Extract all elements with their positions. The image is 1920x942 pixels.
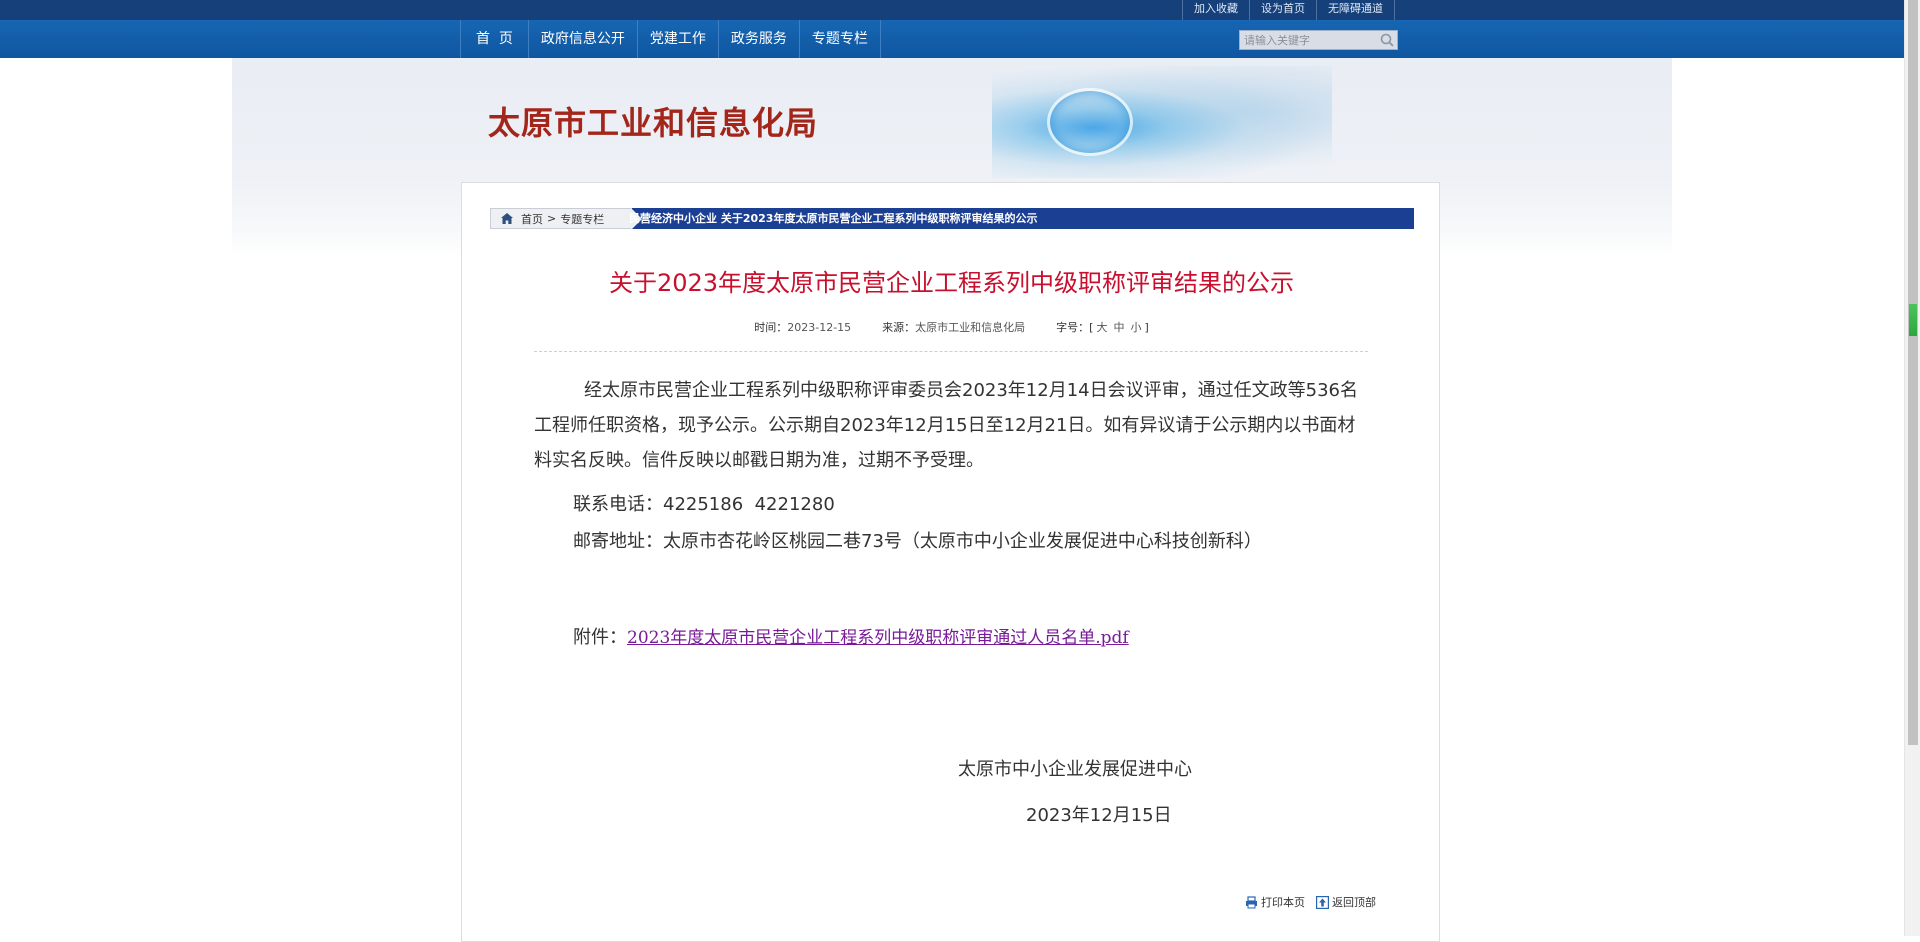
back-to-top-label: 返回顶部 xyxy=(1332,896,1376,909)
set-homepage-link[interactable]: 设为首页 xyxy=(1249,0,1316,20)
source-value: 太原市工业和信息化局 xyxy=(915,321,1026,334)
fontsize-bracket-close: ] xyxy=(1144,321,1149,334)
banner-ring-graphic xyxy=(1047,88,1133,156)
attachment-label: 附件： xyxy=(573,627,627,648)
breadcrumb-home-link[interactable]: 首页 xyxy=(521,211,543,227)
fontsize-medium-button[interactable]: 中 xyxy=(1113,321,1124,334)
nav-item-gov-services[interactable]: 政务服务 xyxy=(719,20,800,58)
time-label: 时间： xyxy=(754,321,788,334)
breadcrumb-section-link[interactable]: 专题专栏 xyxy=(560,211,604,227)
add-favorite-link[interactable]: 加入收藏 xyxy=(1182,0,1249,20)
site-title: 太原市工业和信息化局 xyxy=(488,104,819,142)
breadcrumb: 首页 > 专题专栏 民营经济中小企业 关于2023年度太原市民营企业工程系列中级… xyxy=(490,208,1414,230)
accessibility-link[interactable]: 无障碍通道 xyxy=(1316,0,1395,20)
fontsize-large-button[interactable]: 大 xyxy=(1096,321,1107,334)
time-value: 2023-12-15 xyxy=(787,321,852,334)
source-label: 来源： xyxy=(882,321,916,334)
home-icon xyxy=(501,213,513,224)
top-utility-bar: 加入收藏 设为首页 无障碍通道 xyxy=(0,0,1904,21)
nav-item-party-work[interactable]: 党建工作 xyxy=(638,20,719,58)
nav-menu: 首 页 政府信息公开 党建工作 政务服务 专题专栏 xyxy=(460,20,881,58)
scroll-position-marker xyxy=(1909,304,1917,336)
signature-organization: 太原市中小企业发展促进中心 xyxy=(958,759,1192,780)
breadcrumb-separator: > xyxy=(547,212,557,225)
page-tools: 打印本页 返回顶部 xyxy=(1234,894,1376,910)
search-icon[interactable] xyxy=(1378,31,1396,49)
fontsize-small-button[interactable]: 小 xyxy=(1130,321,1141,334)
print-page-label: 打印本页 xyxy=(1261,896,1305,909)
utility-links: 加入收藏 设为首页 无障碍通道 xyxy=(1182,0,1395,20)
article-title: 关于2023年度太原市民营企业工程系列中级职称评审结果的公示 xyxy=(608,269,1295,297)
attachment-link[interactable]: 2023年度太原市民营企业工程系列中级职称评审通过人员名单.pdf xyxy=(627,628,1129,648)
title-divider xyxy=(534,351,1368,352)
main-nav: 首 页 政府信息公开 党建工作 政务服务 专题专栏 xyxy=(0,20,1904,58)
attachment-row: 附件：2023年度太原市民营企业工程系列中级职称评审通过人员名单.pdf xyxy=(573,623,1129,649)
fontsize-bracket-open: [ xyxy=(1089,321,1094,334)
article-paragraph: 经太原市民营企业工程系列中级职称评审委员会2023年12月14日会议评审，通过任… xyxy=(534,380,1358,471)
article-meta: 时间：2023-12-15 来源：太原市工业和信息化局 字号：[大中小] xyxy=(462,319,1441,335)
breadcrumb-path: 民营经济中小企业 关于2023年度太原市民营企业工程系列中级职称评审结果的公示 xyxy=(629,212,1038,225)
nav-item-special-topics[interactable]: 专题专栏 xyxy=(800,20,881,58)
search-box xyxy=(1239,30,1398,50)
contact-phone: 联系电话：4225186 4221280 xyxy=(573,494,835,515)
arrow-up-icon xyxy=(1316,895,1330,909)
nav-item-home[interactable]: 首 页 xyxy=(460,20,529,58)
mailing-address: 邮寄地址：太原市杏花岭区桃园二巷73号（太原市中小企业发展促进中心科技创新科） xyxy=(573,531,1262,552)
back-to-top-button[interactable]: 返回顶部 xyxy=(1316,894,1376,910)
breadcrumb-home-area: 首页 > 专题专栏 xyxy=(490,208,642,230)
banner-decoration-image xyxy=(992,66,1332,178)
search-input[interactable] xyxy=(1240,32,1378,48)
print-icon xyxy=(1245,895,1258,909)
page-scrollbar[interactable] xyxy=(1904,0,1920,936)
fontsize-label: 字号： xyxy=(1056,321,1090,334)
article-body: 经太原市民营企业工程系列中级职称评审委员会2023年12月14日会议评审，通过任… xyxy=(534,373,1368,559)
signature-date: 2023年12月15日 xyxy=(1026,805,1172,826)
scrollbar-thumb[interactable] xyxy=(1908,0,1918,745)
nav-item-gov-info[interactable]: 政府信息公开 xyxy=(529,20,638,58)
article-container: 首页 > 专题专栏 民营经济中小企业 关于2023年度太原市民营企业工程系列中级… xyxy=(461,182,1440,942)
print-page-button[interactable]: 打印本页 xyxy=(1245,894,1305,910)
